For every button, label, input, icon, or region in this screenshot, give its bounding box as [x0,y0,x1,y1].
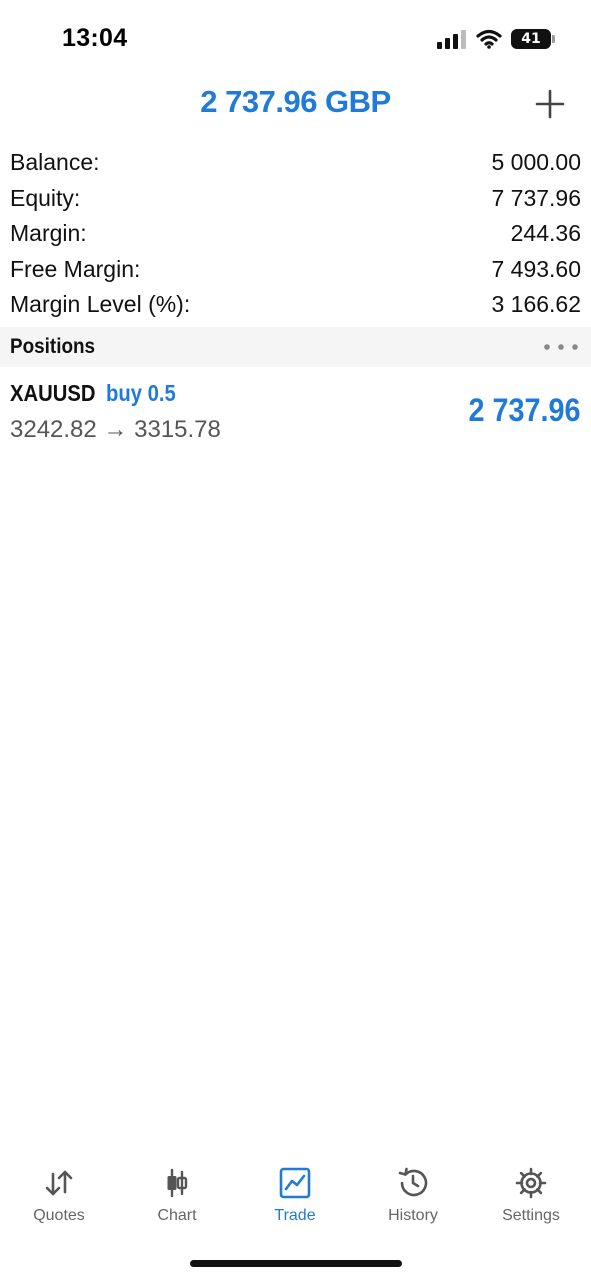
position-title-line: XAUUSD buy 0.5 [10,380,185,407]
equity-row: Equity: 7 737.96 [0,181,591,217]
free-margin-row: Free Margin: 7 493.60 [0,252,591,288]
positions-section-header: Positions [0,327,591,367]
home-indicator[interactable] [190,1260,402,1267]
header: 2 737.96 GBP [0,76,591,132]
tab-bar: Quotes Chart Trade History Settings [0,1158,591,1238]
margin-level-row: Margin Level (%): 3 166.62 [0,287,591,323]
tab-settings[interactable]: Settings [472,1158,590,1230]
trade-chart-icon [279,1167,311,1199]
position-symbol: XAUUSD [10,380,96,406]
account-summary: Balance: 5 000.00 Equity: 7 737.96 Margi… [0,145,591,323]
plus-icon[interactable] [535,89,565,119]
tab-chart[interactable]: Chart [118,1158,236,1230]
candlestick-chart-icon [167,1168,188,1198]
battery-level: 41 [521,31,541,47]
free-margin-label: Free Margin: [10,255,141,282]
tab-chart-label: Chart [157,1207,197,1224]
quotes-arrows-icon [45,1170,73,1196]
positions-title: Positions [10,335,96,358]
position-type: buy 0.5 [105,380,176,406]
tab-history[interactable]: History [354,1158,472,1230]
margin-value: 244.36 [510,220,581,247]
account-profit-title: 2 737.96 GBP [200,84,391,119]
tab-quotes[interactable]: Quotes [0,1158,118,1230]
position-profit: 2 737.96 [468,392,581,428]
position-prices: 3242.82 → 3315.78 [10,416,221,443]
status-time: 13:04 [62,24,128,52]
status-icons: 41 [437,27,555,51]
tab-history-label: History [388,1207,438,1224]
history-clock-icon [398,1167,428,1197]
margin-level-value: 3 166.62 [491,291,581,318]
battery-icon: 41 [511,29,555,49]
status-bar: 13:04 41 [0,0,591,70]
tab-quotes-label: Quotes [33,1207,85,1224]
battery-tip [552,35,555,43]
margin-level-label: Margin Level (%): [10,291,191,318]
balance-value: 5 000.00 [491,149,581,176]
gear-icon [515,1167,547,1199]
cellular-signal-icon [437,30,466,49]
tab-trade-label: Trade [274,1207,316,1224]
balance-label: Balance: [10,149,100,176]
free-margin-value: 7 493.60 [491,255,581,282]
more-horizontal-icon[interactable] [541,337,581,357]
margin-label: Margin: [10,220,87,247]
margin-row: Margin: 244.36 [0,216,591,252]
equity-value: 7 737.96 [491,184,581,211]
balance-row: Balance: 5 000.00 [0,145,591,181]
tab-settings-label: Settings [502,1207,560,1224]
wifi-icon [476,29,502,49]
equity-label: Equity: [10,184,81,211]
position-row[interactable]: XAUUSD buy 0.5 3242.82 → 3315.78 2 737.9… [0,374,591,454]
tab-trade[interactable]: Trade [236,1158,354,1230]
